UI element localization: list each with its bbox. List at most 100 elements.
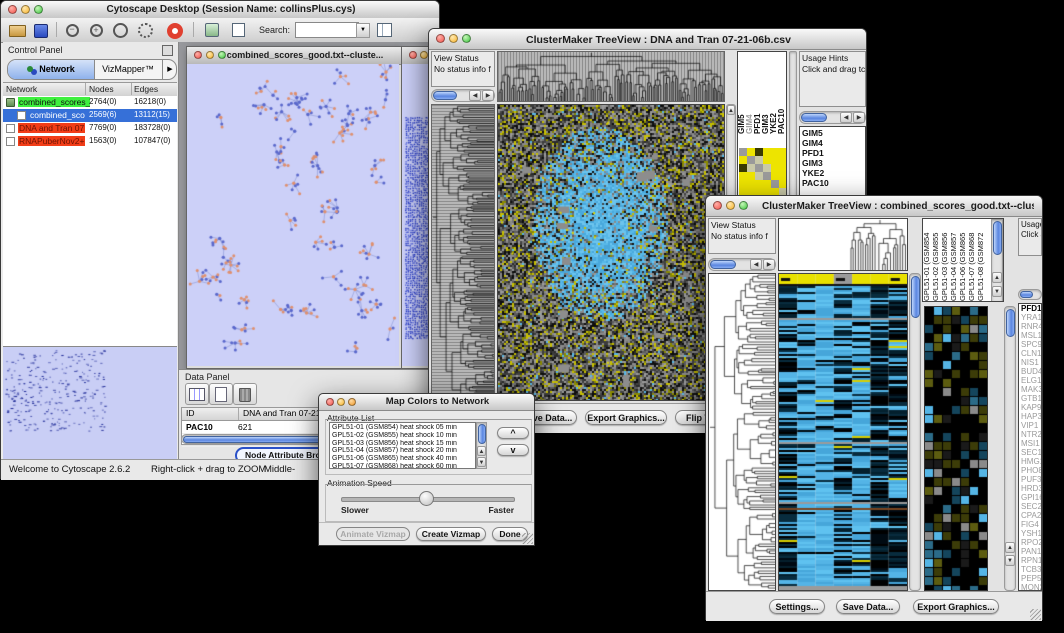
zoom-fit-icon[interactable] (134, 20, 156, 39)
tv2-genes-vscrollbar[interactable]: ▲ ▼ (1004, 306, 1016, 591)
network-row[interactable]: combined_scores_2764(0)16218(0) (3, 96, 177, 109)
matrix-cell[interactable] (739, 164, 747, 172)
tv2-zoom-heatmap[interactable] (924, 306, 988, 591)
gene-label[interactable]: PUF3 (1021, 475, 1041, 484)
delete-attribute-icon[interactable] (233, 383, 257, 405)
gene-label[interactable]: YSH1 (1021, 529, 1041, 538)
save-data-button[interactable]: Save Data... (836, 599, 900, 614)
scrollbar-thumb[interactable] (801, 113, 827, 122)
tv2-gene-list[interactable]: PFD1YRA1RNR4MSL1SPC98CLN1NIS1BUD4ELG1MAK… (1018, 303, 1042, 591)
close-button[interactable] (194, 51, 202, 59)
minimize-button[interactable] (420, 51, 428, 59)
zoom-in-icon[interactable]: + (85, 20, 107, 39)
tab-overflow-icon[interactable]: ▶ (162, 60, 177, 79)
tv2-heatmap[interactable] (778, 273, 908, 591)
tv1-left-hscrollbar[interactable]: ◀ ▶ (431, 89, 495, 102)
gene-label[interactable]: NIS1 (1021, 358, 1041, 367)
column-label[interactable]: GPL51-04 (GSM857 (950, 219, 959, 301)
save-session-icon[interactable] (30, 20, 52, 39)
column-label[interactable]: GPL51-02 (GSM855 (932, 219, 941, 301)
matrix-cell[interactable] (771, 156, 779, 164)
gene-label[interactable]: PHO81 (1021, 466, 1041, 475)
search-dropdown-icon[interactable]: ▼ (356, 23, 370, 38)
column-label[interactable]: GPL51-07 (GSM868 (968, 219, 977, 301)
matrix-cell[interactable] (755, 164, 763, 172)
column-label[interactable]: PFD1 (754, 52, 762, 134)
scroll-right-icon[interactable]: ▶ (482, 90, 494, 101)
gene-label[interactable]: GTB1 (1021, 394, 1041, 403)
column-label[interactable]: GPL51-06 (GSM865 (959, 219, 968, 301)
animate-vizmap-button[interactable]: Animate Vizmap (336, 527, 410, 541)
matrix-cell[interactable] (755, 172, 763, 180)
scroll-up-icon[interactable]: ▲ (1005, 542, 1015, 553)
scroll-up-icon[interactable]: ▲ (477, 446, 486, 456)
scroll-down-icon[interactable]: ▼ (477, 457, 486, 467)
tv2-right-hscrollbar[interactable] (1018, 289, 1042, 300)
attribute-list-vscrollbar[interactable]: ▲ ▼ (476, 422, 487, 469)
gene-label[interactable]: PFD1 (802, 148, 863, 158)
scrollbar-thumb[interactable] (710, 260, 736, 269)
gene-label[interactable]: GIM5 (802, 128, 863, 138)
gene-label[interactable]: HMG1 (1021, 457, 1041, 466)
matrix-cell[interactable] (771, 148, 779, 156)
minimize-button[interactable] (21, 5, 30, 14)
matrix-cell[interactable] (763, 164, 771, 172)
matrix-cell[interactable] (771, 164, 779, 172)
tv2-row-dendrogram[interactable] (708, 273, 776, 591)
tv1-column-dendrogram[interactable] (497, 51, 725, 102)
gene-label[interactable]: YRA1 (1021, 313, 1041, 322)
gene-label[interactable]: MON2 (1021, 583, 1041, 591)
gene-label[interactable]: GIM4 (802, 138, 863, 148)
gene-label[interactable]: YKE2 (802, 168, 863, 178)
matrix-cell[interactable] (739, 180, 747, 188)
treeview2-titlebar[interactable]: ClusterMaker TreeView : combined_scores_… (706, 196, 1042, 217)
treeview1-titlebar[interactable]: ClusterMaker TreeView : DNA and Tran 07-… (429, 29, 866, 50)
move-up-button[interactable]: ^ (497, 427, 529, 439)
col-nodes[interactable]: Nodes (89, 84, 114, 94)
gene-label[interactable]: KAP95 (1021, 403, 1041, 412)
attribute-list-item[interactable]: GPL51-01 (GSM854) heat shock 05 min (332, 424, 473, 432)
network-row[interactable]: combined_sco2569(6)13112(15) (3, 109, 177, 122)
help-lifering-icon[interactable] (164, 20, 186, 39)
gene-label[interactable]: SEC24 (1021, 502, 1041, 511)
tv2-left-hscrollbar[interactable]: ◀ ▶ (708, 258, 776, 271)
attribute-list-item[interactable]: GPL51-04 (GSM857) heat shock 20 min (332, 447, 473, 455)
network-view-titlebar[interactable]: combined_scores_good.txt--cluste... (187, 47, 401, 65)
attribute-list-item[interactable]: GPL51-06 (GSM865) heat shock 40 min (332, 455, 473, 463)
tv1-row-dendrogram[interactable] (431, 104, 495, 401)
column-label[interactable]: PAC10 (778, 52, 786, 134)
export-graphics-button[interactable]: Export Graphics... (585, 410, 667, 425)
scrollbar-thumb[interactable] (993, 221, 1002, 255)
gene-label[interactable]: GPI16 (1021, 493, 1041, 502)
gene-label[interactable]: NTR2 (1021, 430, 1041, 439)
export-graphics-button[interactable]: Export Graphics... (913, 599, 999, 614)
matrix-cell[interactable] (747, 164, 755, 172)
matrix-cell[interactable] (763, 172, 771, 180)
matrix-cell[interactable] (747, 148, 755, 156)
close-button[interactable] (8, 5, 17, 14)
resize-grip[interactable] (1030, 609, 1041, 620)
tv2-column-dendrogram[interactable] (778, 218, 908, 271)
gene-label[interactable]: ELG1 (1021, 376, 1041, 385)
minimize-button[interactable] (206, 51, 214, 59)
network-row[interactable]: DNA and Tran 077769(0)183728(0) (3, 122, 177, 135)
column-label[interactable]: GIM3 (762, 52, 770, 134)
network-row[interactable]: RNAPuberNov2+1563(0)107847(0) (3, 135, 177, 148)
network-canvas[interactable] (187, 64, 399, 366)
scrollbar-thumb[interactable] (1020, 291, 1033, 298)
column-label[interactable]: GIM4 (746, 52, 754, 134)
minimize-button[interactable] (449, 34, 458, 43)
network-overview[interactable] (3, 346, 177, 459)
close-button[interactable] (409, 51, 417, 59)
col-edges[interactable]: Edges (134, 84, 158, 94)
close-button[interactable] (436, 34, 445, 43)
matrix-cell[interactable] (739, 156, 747, 164)
matrix-cell[interactable] (779, 164, 787, 172)
scroll-up-icon[interactable]: ▲ (727, 105, 735, 115)
search-options-icon[interactable] (373, 20, 395, 39)
main-titlebar[interactable]: Cytoscape Desktop (Session Name: collins… (1, 1, 439, 19)
tv2-heatmap-vscrollbar[interactable] (909, 273, 921, 591)
resize-grip[interactable] (522, 533, 533, 544)
column-label[interactable]: GPL51-08 (GSM872 (977, 219, 986, 301)
zoom-out-icon[interactable]: − (61, 20, 83, 39)
